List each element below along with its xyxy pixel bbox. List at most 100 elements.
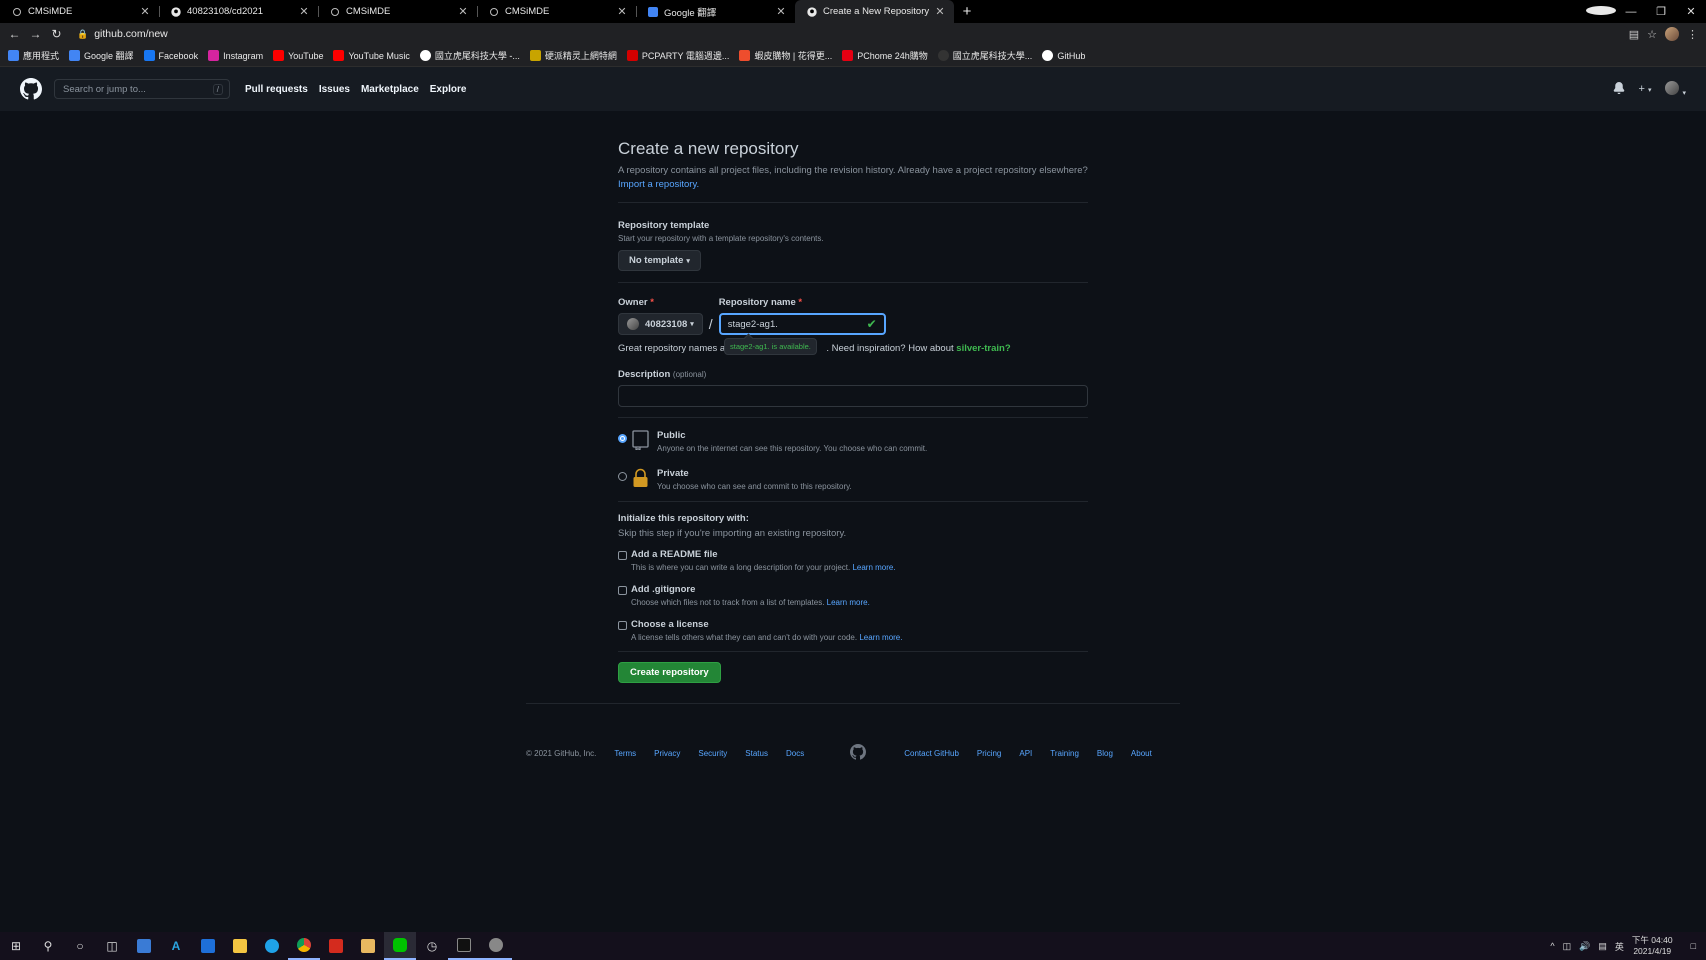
nav-pull-requests[interactable]: Pull requests [245,84,308,95]
new-tab-button[interactable]: + [954,0,980,23]
gitignore-option[interactable]: Add .gitignore Choose which files not to… [618,584,1088,607]
footer-link-security[interactable]: Security [698,749,727,758]
visibility-private[interactable]: Private You choose who can see and commi… [618,468,1088,493]
reload-icon[interactable]: ↻ [46,27,67,41]
search-icon[interactable]: ⚲ [32,932,64,960]
nav-issues[interactable]: Issues [319,84,350,95]
cortana-circle-icon[interactable]: ○ [64,932,96,960]
input-language[interactable]: 英 [1615,940,1624,953]
edge-icon[interactable] [256,932,288,960]
footer-link-contact[interactable]: Contact GitHub [904,749,959,758]
import-repository-link[interactable]: Import a repository. [618,179,699,190]
browser-tab[interactable]: CMSiMDE ✕ [0,0,159,23]
close-icon[interactable]: ✕ [139,5,151,18]
clock-app-icon[interactable]: ◷ [416,932,448,960]
chrome-icon[interactable] [288,932,320,960]
nav-marketplace[interactable]: Marketplace [361,84,419,95]
browser-tab[interactable]: CMSiMDE ✕ [477,0,636,23]
github-logo-icon[interactable] [20,78,42,100]
footer-link-about[interactable]: About [1131,749,1152,758]
bookmark-item[interactable]: Instagram [208,50,263,61]
bookmark-item[interactable]: 國立虎尾科技大學 -... [419,49,520,62]
create-new-plus-icon[interactable]: + ▾ [1639,83,1652,95]
url-field[interactable]: 🔒 github.com/new [77,25,1629,43]
mail-icon[interactable] [192,932,224,960]
azure-icon[interactable]: A [160,932,192,960]
close-icon[interactable]: ✕ [775,5,787,18]
nav-explore[interactable]: Explore [430,84,467,95]
template-select-button[interactable]: No template ▾ [618,250,701,271]
close-icon[interactable]: ✕ [616,5,628,18]
clock[interactable]: 下午 04:40 2021/4/19 [1632,935,1673,957]
bookmark-item[interactable]: 蝦皮購物 | 花得更... [739,49,832,62]
restore-button[interactable]: ❐ [1646,5,1676,18]
wifi-icon[interactable]: ▤ [1598,941,1607,952]
gitignore-checkbox[interactable] [618,586,627,595]
notepad-icon[interactable] [352,932,384,960]
browser-tab[interactable]: Google 翻譯 ✕ [636,0,795,23]
search-input[interactable]: Search or jump to... / [54,79,230,99]
close-icon[interactable]: ✕ [298,5,310,18]
footer-link-privacy[interactable]: Privacy [654,749,680,758]
footer-link-status[interactable]: Status [745,749,768,758]
suggestion-link[interactable]: silver-train? [956,343,1010,354]
user-menu[interactable]: ▾ [1665,80,1686,98]
readme-learn-more-link[interactable]: Learn more. [852,563,895,572]
bookmark-item[interactable]: YouTube [273,50,323,61]
repo-name-input[interactable]: stage2-ag1. ✔ [718,313,886,335]
bookmark-item[interactable]: PChome 24h購物 [842,49,928,62]
footer-link-docs[interactable]: Docs [786,749,804,758]
minimize-button[interactable]: — [1616,6,1646,18]
footer-link-api[interactable]: API [1019,749,1032,758]
readme-option[interactable]: Add a README file This is where you can … [618,549,1088,572]
app-circle-icon[interactable] [480,932,512,960]
license-learn-more-link[interactable]: Learn more. [859,633,902,642]
line-icon[interactable] [384,932,416,960]
bookmark-item[interactable]: YouTube Music [333,50,410,61]
visibility-public[interactable]: Public Anyone on the internet can see th… [618,430,1088,455]
close-window-button[interactable]: ✕ [1676,5,1706,18]
private-radio[interactable] [618,472,627,481]
chevron-up-icon[interactable]: ^ [1550,941,1554,951]
bookmark-item[interactable]: 硬派精灵上網特網 [529,49,617,62]
task-view-icon[interactable]: ◫ [96,932,128,960]
bookmark-item[interactable]: PCPARTY 電腦週邊... [626,49,729,62]
github-mark-icon[interactable] [850,744,867,762]
network-drive-icon[interactable]: ◫ [1563,941,1572,952]
notifications-bell-icon[interactable] [1613,81,1625,97]
notification-center-icon[interactable]: □ [1691,941,1696,951]
bookmark-item[interactable]: Facebook [143,50,198,61]
description-input[interactable] [618,385,1088,407]
back-icon[interactable]: ← [4,27,25,41]
license-option[interactable]: Choose a license A license tells others … [618,619,1088,642]
gitignore-learn-more-link[interactable]: Learn more. [827,598,870,607]
volume-icon[interactable]: 🔊 [1579,941,1590,952]
close-icon[interactable]: ✕ [457,5,469,18]
chrome-menu-icon[interactable]: ⋮ [1687,28,1698,41]
forward-icon[interactable]: → [25,27,46,41]
start-windows-icon[interactable]: ⊞ [0,932,32,960]
browser-tab[interactable]: CMSiMDE ✕ [318,0,477,23]
store-icon[interactable] [128,932,160,960]
browser-tab[interactable]: Create a New Repository ✕ [795,0,954,23]
footer-link-training[interactable]: Training [1050,749,1079,758]
terminal-icon[interactable] [448,932,480,960]
translate-icon[interactable]: ▤ [1629,28,1639,41]
footer-link-pricing[interactable]: Pricing [977,749,1001,758]
bookmark-item[interactable]: 國立虎尾科技大學... [937,49,1032,62]
footer-link-blog[interactable]: Blog [1097,749,1113,758]
profile-icon[interactable] [1586,5,1616,18]
acrobat-icon[interactable] [320,932,352,960]
close-icon[interactable]: ✕ [934,5,946,18]
license-checkbox[interactable] [618,621,627,630]
browser-tab[interactable]: 40823108/cd2021 ✕ [159,0,318,23]
readme-checkbox[interactable] [618,551,627,560]
bookmark-star-icon[interactable]: ☆ [1647,28,1657,41]
bookmark-item[interactable]: Google 翻譯 [69,49,134,62]
create-repository-button[interactable]: Create repository [618,662,721,683]
chrome-avatar[interactable] [1665,27,1679,41]
footer-link-terms[interactable]: Terms [614,749,636,758]
file-explorer-icon[interactable] [224,932,256,960]
bookmark-item[interactable]: 應用程式 [8,49,59,62]
owner-select-button[interactable]: 40823108 ▾ [618,313,703,335]
